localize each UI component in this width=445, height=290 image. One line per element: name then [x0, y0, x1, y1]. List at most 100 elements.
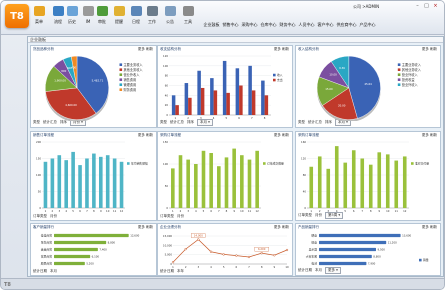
- bar[interactable]: [222, 60, 227, 115]
- line-point[interactable]: [273, 254, 276, 257]
- toolbar-button-work[interactable]: 工作: [143, 6, 161, 30]
- toolbar-button-notice[interactable]: 公告: [161, 6, 179, 30]
- line-point[interactable]: [247, 255, 251, 259]
- refresh-link[interactable]: 刷新: [282, 47, 289, 51]
- bar[interactable]: [92, 153, 96, 208]
- bar[interactable]: [343, 162, 348, 208]
- bar[interactable]: [309, 166, 314, 208]
- module-item-3[interactable]: 仓库中心: [259, 21, 278, 29]
- bar[interactable]: [224, 157, 229, 208]
- bar[interactable]: [247, 159, 252, 208]
- bar[interactable]: [85, 158, 89, 209]
- maximize-icon[interactable]: □: [422, 3, 431, 10]
- more-link[interactable]: 更多: [138, 133, 146, 137]
- bar[interactable]: [232, 148, 236, 208]
- bar[interactable]: [210, 78, 214, 115]
- bar[interactable]: [209, 153, 213, 208]
- refresh-link[interactable]: 刷新: [430, 47, 437, 51]
- bar[interactable]: [178, 155, 183, 208]
- bar[interactable]: [184, 83, 189, 115]
- bar[interactable]: [351, 150, 356, 208]
- module-item-4[interactable]: 财务中心: [278, 21, 297, 29]
- more-link[interactable]: 更多: [274, 133, 282, 137]
- minimize-icon[interactable]: –: [413, 3, 422, 10]
- line-point[interactable]: [171, 261, 175, 264]
- bar[interactable]: [385, 154, 390, 208]
- bar[interactable]: [54, 240, 107, 245]
- bar[interactable]: [119, 161, 124, 208]
- refresh-link[interactable]: 刷新: [430, 225, 437, 229]
- line-point[interactable]: [222, 253, 225, 256]
- bar[interactable]: [368, 164, 373, 208]
- bar[interactable]: [264, 95, 269, 115]
- bar[interactable]: [235, 68, 240, 115]
- refresh-link[interactable]: 刷新: [146, 47, 153, 51]
- toolbar-button-folder[interactable]: 菜单: [30, 6, 48, 30]
- more-link[interactable]: 更多: [422, 47, 430, 51]
- line-point[interactable]: [197, 238, 200, 241]
- bar[interactable]: [319, 247, 376, 252]
- refresh-link[interactable]: 刷新: [430, 133, 437, 137]
- bar[interactable]: [171, 95, 176, 115]
- bar[interactable]: [319, 254, 372, 259]
- bar[interactable]: [188, 97, 192, 115]
- bar[interactable]: [217, 166, 221, 208]
- more-link[interactable]: 更多: [274, 47, 282, 51]
- bar[interactable]: [186, 159, 190, 208]
- line-point[interactable]: [209, 250, 213, 253]
- refresh-link[interactable]: 刷新: [282, 225, 289, 229]
- bar[interactable]: [194, 164, 198, 208]
- bar[interactable]: [319, 261, 367, 266]
- bar[interactable]: [261, 80, 265, 115]
- bar[interactable]: [251, 90, 256, 115]
- line-point[interactable]: [260, 252, 263, 255]
- bar[interactable]: [171, 168, 175, 208]
- bar[interactable]: [200, 87, 205, 115]
- module-item-7[interactable]: 供应商中心: [335, 21, 358, 29]
- bar[interactable]: [326, 168, 331, 208]
- toolbar-button-reminder[interactable]: 提醒: [110, 6, 128, 30]
- bar[interactable]: [226, 92, 230, 115]
- bar[interactable]: [402, 156, 407, 208]
- bar[interactable]: [248, 65, 252, 115]
- refresh-link[interactable]: 刷新: [146, 133, 153, 137]
- bar[interactable]: [43, 161, 48, 208]
- toolbar-button-approve[interactable]: 审批: [93, 6, 111, 30]
- module-item-8[interactable]: 产品中心: [358, 21, 377, 29]
- bar[interactable]: [360, 158, 365, 209]
- toolbar-button-tools[interactable]: 工具: [179, 6, 197, 30]
- module-item-2[interactable]: 采购中心: [240, 21, 259, 29]
- bar[interactable]: [105, 155, 110, 208]
- line-point[interactable]: [235, 254, 238, 257]
- module-item-0[interactable]: 企业鼓板: [202, 21, 221, 29]
- line-point[interactable]: [184, 247, 187, 251]
- bar[interactable]: [334, 146, 339, 208]
- bar[interactable]: [57, 155, 62, 208]
- bar[interactable]: [98, 156, 103, 208]
- more-link[interactable]: 更多: [422, 133, 430, 137]
- bar[interactable]: [78, 165, 82, 208]
- bar[interactable]: [54, 233, 129, 238]
- module-item-6[interactable]: 客户中心: [316, 21, 335, 29]
- bar[interactable]: [239, 85, 243, 116]
- more-link[interactable]: 更多: [138, 47, 146, 51]
- bar[interactable]: [175, 105, 179, 115]
- bar[interactable]: [54, 247, 98, 252]
- bar[interactable]: [317, 156, 322, 208]
- bar[interactable]: [319, 240, 387, 245]
- refresh-link[interactable]: 刷新: [146, 225, 153, 229]
- bar[interactable]: [71, 151, 75, 208]
- bar[interactable]: [64, 160, 69, 208]
- bar[interactable]: [240, 155, 244, 208]
- bar[interactable]: [50, 158, 55, 209]
- bar[interactable]: [54, 254, 91, 259]
- bar[interactable]: [54, 261, 85, 266]
- module-item-1[interactable]: 销售中心: [221, 21, 240, 29]
- module-item-5[interactable]: 人员中心: [297, 21, 316, 29]
- line-point[interactable]: [285, 248, 289, 252]
- more-link[interactable]: 更多: [422, 225, 430, 229]
- bar[interactable]: [394, 160, 399, 208]
- bar[interactable]: [213, 90, 218, 115]
- tab-dashboard[interactable]: 企业鼓板: [30, 37, 46, 43]
- bar[interactable]: [319, 233, 401, 238]
